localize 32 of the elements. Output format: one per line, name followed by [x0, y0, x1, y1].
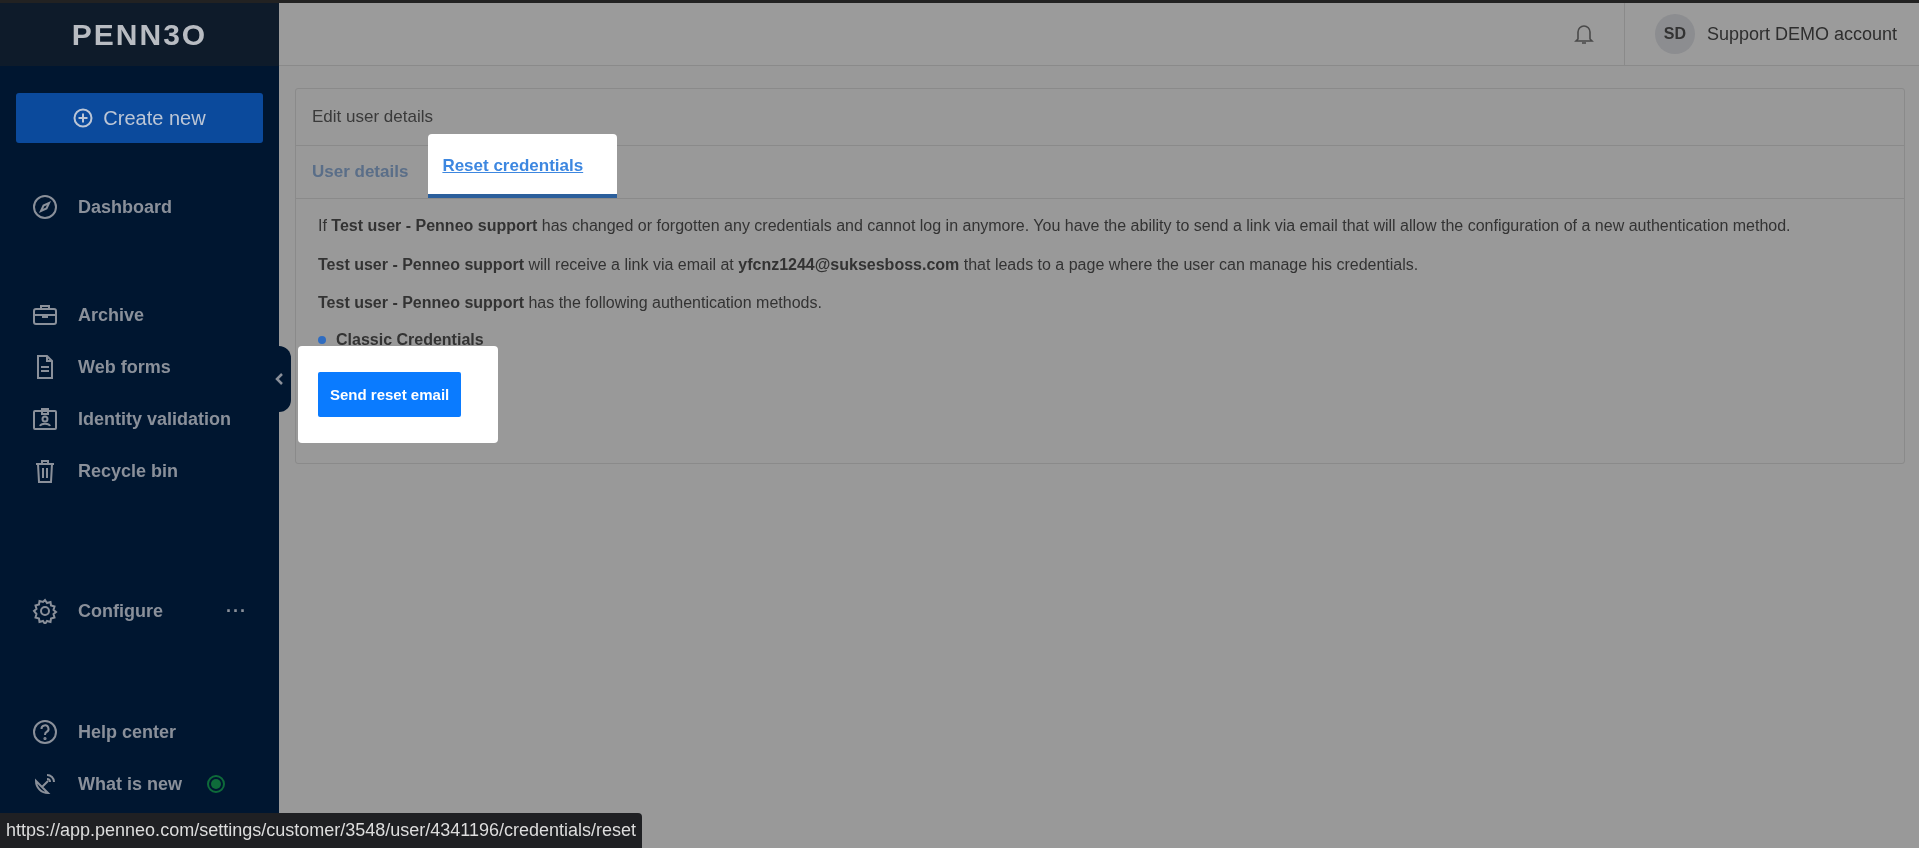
account-name[interactable]: Support DEMO account — [1706, 23, 1897, 45]
sidebar-item[interactable]: Dashboard — [0, 181, 255, 233]
logo: PENN3O — [71, 17, 208, 52]
paragraph: If Test user - Penneo support has changed or forgotten any credentials and cannot log in anymore. You have the ability to send a link via email that will allow the configuration of a new authentication method. — [318, 216, 1792, 236]
help-icon — [32, 719, 58, 745]
sidebar-item[interactable]: Web forms — [0, 341, 255, 393]
sidebar-item[interactable]: Recycle bin — [0, 445, 255, 497]
compass-icon — [32, 194, 58, 220]
plus-circle-icon — [73, 108, 94, 128]
send-reset-email-button[interactable]: Send reset email — [318, 371, 462, 417]
bullet-icon — [318, 335, 326, 344]
id-card-icon — [32, 406, 58, 432]
bell-icon[interactable] — [1573, 23, 1594, 45]
satellite-dish-icon — [32, 771, 58, 797]
sidebar-item[interactable]: Identity validation — [0, 393, 255, 445]
method-label: Classic Credentials — [336, 330, 484, 349]
status-dot-icon — [206, 774, 226, 794]
sidebar-item[interactable]: Help center — [0, 706, 255, 758]
create-new-button[interactable]: Create new — [16, 93, 263, 143]
paragraph: Test user - Penneo support will receive a link via email at yfcnz1244@suksesboss.com that leads to a page where the user can manage his credentials. — [318, 254, 1420, 275]
card-title: Edit user details — [312, 107, 433, 127]
paragraph: Test user - Penneo support has the following authentication methods. — [318, 293, 823, 314]
briefcase-icon — [32, 302, 58, 328]
tab[interactable]: Reset credentials — [428, 134, 618, 198]
more-button[interactable]: ··· — [226, 600, 247, 622]
gear-icon — [32, 598, 58, 624]
status-url: https://app.penneo.com/settings/customer/3548/user/4341196/credentials/reset — [0, 813, 643, 848]
sidebar-item[interactable]: Configure ··· — [0, 585, 255, 637]
avatar[interactable]: SD — [1654, 14, 1695, 54]
sidebar-item[interactable]: Archive — [0, 289, 255, 341]
chevron-left-icon — [274, 372, 284, 386]
sidebar-item[interactable]: What is new — [0, 758, 255, 810]
